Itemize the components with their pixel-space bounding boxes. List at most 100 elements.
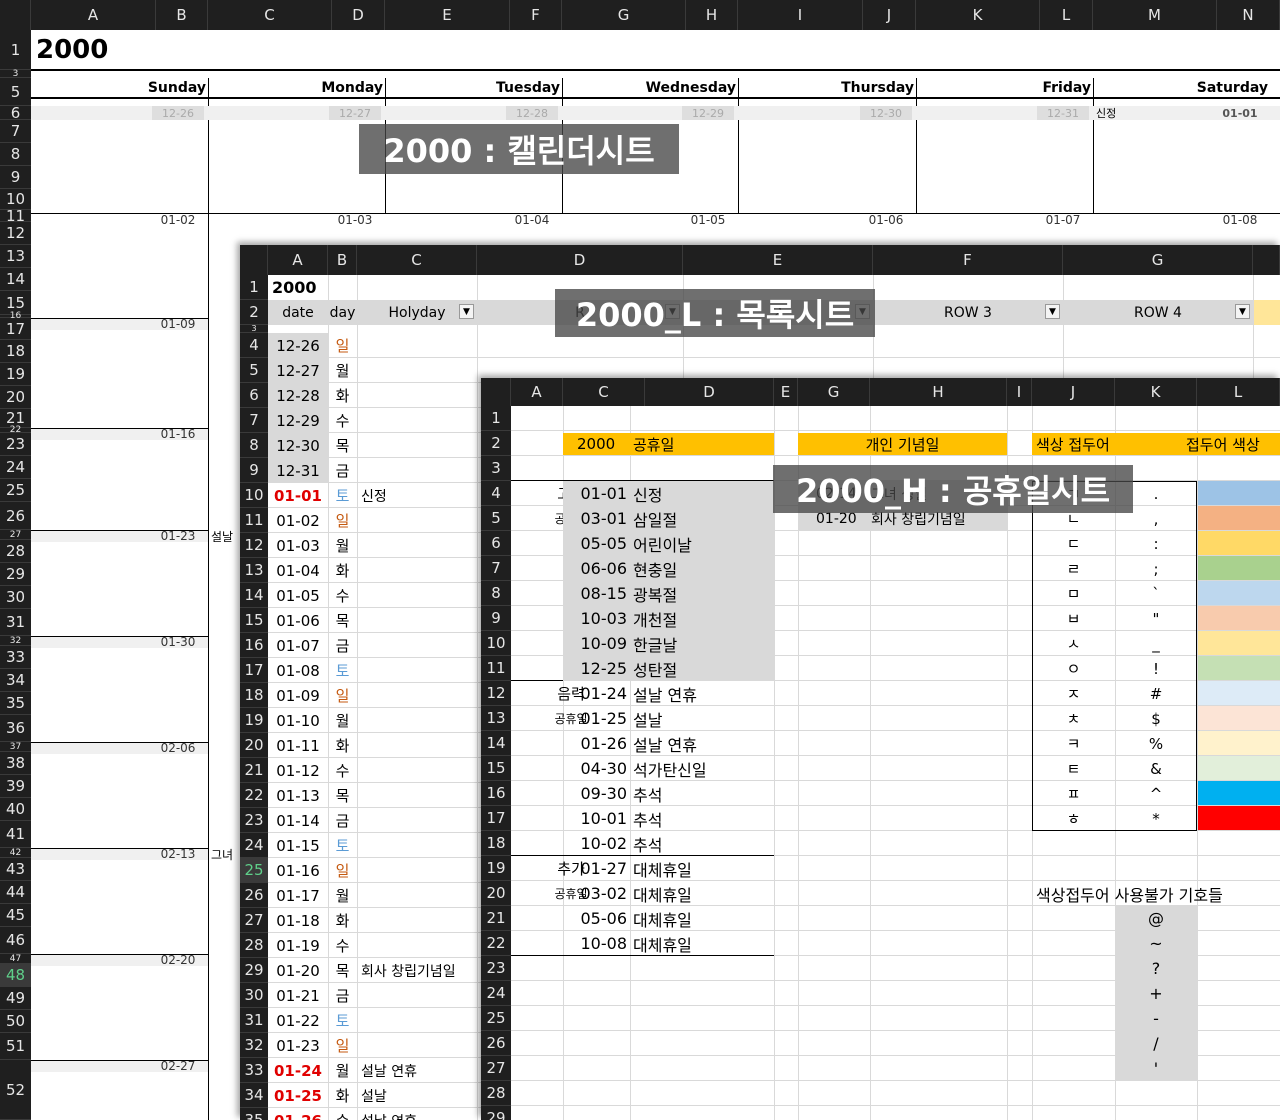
row-header-50[interactable]: 50	[0, 1010, 31, 1033]
hol-row-header-11[interactable]: 11	[481, 656, 511, 681]
list-col-header-C[interactable]: C	[357, 245, 477, 275]
row-header-33[interactable]: 33	[0, 646, 31, 669]
hol-row-header-12[interactable]: 12	[481, 681, 511, 706]
hol-row-header-25[interactable]: 25	[481, 1006, 511, 1031]
list-row-header-20[interactable]: 20	[240, 733, 268, 758]
list-row-header-22[interactable]: 22	[240, 783, 268, 808]
hol-row-header-2[interactable]: 2	[481, 431, 511, 456]
list-row-header-26[interactable]: 26	[240, 883, 268, 908]
row-header-25[interactable]: 25	[0, 479, 31, 502]
column-header-K[interactable]: K	[916, 0, 1040, 30]
list-col-header-D[interactable]: D	[477, 245, 683, 275]
row-header-32[interactable]: 32	[0, 636, 31, 646]
row-header-49[interactable]: 49	[0, 987, 31, 1010]
row-header-23[interactable]: 23	[0, 433, 31, 456]
row-header-46[interactable]: 46	[0, 927, 31, 954]
hol-col-header-J[interactable]: J	[1032, 378, 1115, 406]
list-row-header-28[interactable]: 28	[240, 933, 268, 958]
list-col-header-B[interactable]: B	[328, 245, 357, 275]
list-row-header-29[interactable]: 29	[240, 958, 268, 983]
column-header-F[interactable]: F	[510, 0, 562, 30]
row-header-42[interactable]: 42	[0, 848, 31, 858]
hol-row-header-28[interactable]: 28	[481, 1081, 511, 1106]
hol-row-header-19[interactable]: 19	[481, 856, 511, 881]
row-header-1[interactable]: 1	[0, 30, 31, 70]
list-row-header-35[interactable]: 35	[240, 1108, 268, 1120]
hol-row-header-5[interactable]: 5	[481, 506, 511, 531]
row-header-18[interactable]: 18	[0, 340, 31, 363]
hol-row-header-17[interactable]: 17	[481, 806, 511, 831]
list-row-header-15[interactable]: 15	[240, 608, 268, 633]
hol-col-header-I[interactable]: I	[1007, 378, 1032, 406]
list-col-header-A[interactable]: A	[268, 245, 328, 275]
column-header-D[interactable]: D	[332, 0, 385, 30]
list-row-header-23[interactable]: 23	[240, 808, 268, 833]
row-header-7[interactable]: 7	[0, 120, 31, 143]
list-row-header-9[interactable]: 9	[240, 458, 268, 483]
list-row-header-25[interactable]: 25	[240, 858, 268, 883]
row-header-3[interactable]: 3	[0, 69, 31, 79]
row-header-8[interactable]: 8	[0, 143, 31, 166]
row-header-39[interactable]: 39	[0, 775, 31, 798]
row-header-38[interactable]: 38	[0, 752, 31, 775]
filter-dropdown-icon-2[interactable]: ▼	[459, 304, 474, 319]
list-col-header-F[interactable]: F	[873, 245, 1063, 275]
list-row-header-16[interactable]: 16	[240, 633, 268, 658]
row-header-48[interactable]: 48	[0, 964, 31, 987]
list-row-header-12[interactable]: 12	[240, 533, 268, 558]
row-header-13[interactable]: 13	[0, 245, 31, 268]
hol-row-header-6[interactable]: 6	[481, 531, 511, 556]
hol-row-header-14[interactable]: 14	[481, 731, 511, 756]
hol-col-header-A[interactable]: A	[511, 378, 563, 406]
row-header-41[interactable]: 41	[0, 821, 31, 848]
row-header-11[interactable]: 11	[0, 207, 31, 225]
hol-row-header-7[interactable]: 7	[481, 556, 511, 581]
row-header-5[interactable]: 5	[0, 78, 31, 106]
list-row-header-10[interactable]: 10	[240, 483, 268, 508]
filter-dropdown-icon-6[interactable]: ▼	[1235, 304, 1250, 319]
column-header-G[interactable]: G	[562, 0, 686, 30]
hol-row-header-23[interactable]: 23	[481, 956, 511, 981]
row-header-17[interactable]: 17	[0, 318, 31, 340]
list-row-header-4[interactable]: 4	[240, 333, 268, 358]
column-header-E[interactable]: E	[385, 0, 510, 30]
hol-col-header-H[interactable]: H	[870, 378, 1007, 406]
row-header-28[interactable]: 28	[0, 540, 31, 563]
row-header-47[interactable]: 47	[0, 954, 31, 964]
list-row-header-7[interactable]: 7	[240, 408, 268, 433]
list-row-header-5[interactable]: 5	[240, 358, 268, 383]
hol-row-header-22[interactable]: 22	[481, 931, 511, 956]
list-row-header-14[interactable]: 14	[240, 583, 268, 608]
column-header-B[interactable]: B	[156, 0, 208, 30]
list-row-header-33[interactable]: 33	[240, 1058, 268, 1083]
hol-row-header-18[interactable]: 18	[481, 831, 511, 856]
row-header-51[interactable]: 51	[0, 1033, 31, 1060]
column-header-A[interactable]: A	[31, 0, 156, 30]
column-header-M[interactable]: M	[1093, 0, 1217, 30]
hol-row-header-27[interactable]: 27	[481, 1056, 511, 1081]
row-header-34[interactable]: 34	[0, 669, 31, 692]
list-row-header-31[interactable]: 31	[240, 1008, 268, 1033]
row-header-9[interactable]: 9	[0, 166, 31, 189]
hol-col-header-C[interactable]: C	[563, 378, 645, 406]
row-header-35[interactable]: 35	[0, 692, 31, 715]
row-header-31[interactable]: 31	[0, 609, 31, 636]
row-header-14[interactable]: 14	[0, 268, 31, 291]
list-col-header-G[interactable]: G	[1063, 245, 1253, 275]
list-row-header-21[interactable]: 21	[240, 758, 268, 783]
column-header-H[interactable]: H	[686, 0, 738, 30]
hol-row-header-10[interactable]: 10	[481, 631, 511, 656]
row-header-52[interactable]: 52	[0, 1060, 31, 1120]
column-header-I[interactable]: I	[738, 0, 863, 30]
list-row-header-6[interactable]: 6	[240, 383, 268, 408]
hol-row-header-26[interactable]: 26	[481, 1031, 511, 1056]
list-row-header-18[interactable]: 18	[240, 683, 268, 708]
list-row-header-19[interactable]: 19	[240, 708, 268, 733]
row-header-24[interactable]: 24	[0, 456, 31, 479]
hol-col-header-L[interactable]: L	[1197, 378, 1280, 406]
column-header-J[interactable]: J	[863, 0, 916, 30]
row-header-43[interactable]: 43	[0, 858, 31, 881]
list-row-header-8[interactable]: 8	[240, 433, 268, 458]
row-header-29[interactable]: 29	[0, 563, 31, 586]
hol-row-header-16[interactable]: 16	[481, 781, 511, 806]
